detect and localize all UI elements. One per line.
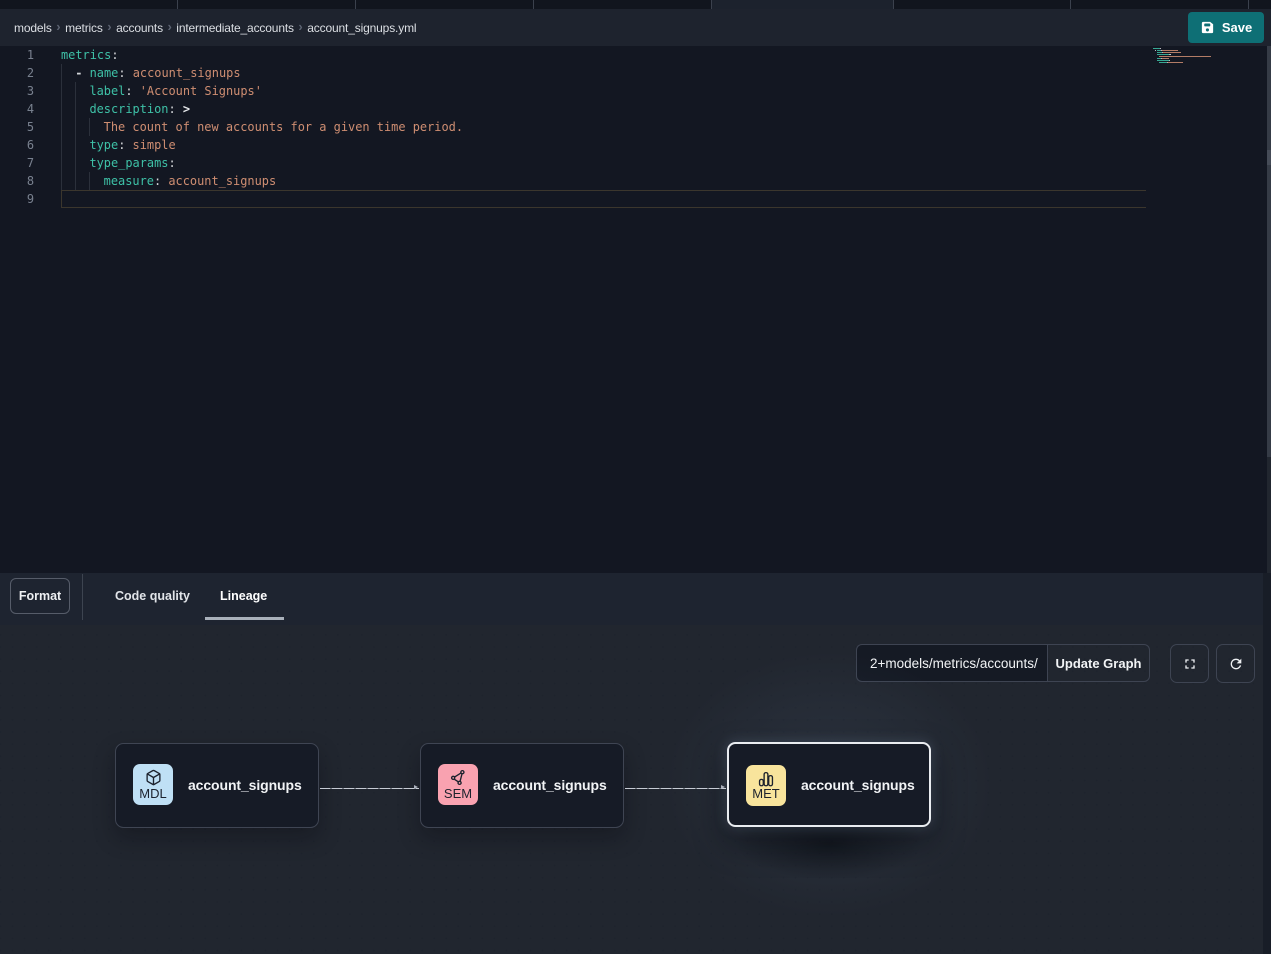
- code-line: The count of new accounts for a given ti…: [104, 118, 463, 136]
- tab-separator: [1070, 0, 1071, 9]
- indent-guide: [89, 118, 90, 136]
- bottom-panel: Format Code quality Lineage 2+models/metr…: [0, 573, 1271, 954]
- code-line: type: simple: [89, 136, 175, 154]
- edge-arrowhead: [414, 785, 418, 789]
- node-badge-met: MET: [746, 765, 786, 806]
- lineage-node-mdl[interactable]: MDL account_signups: [115, 743, 319, 828]
- active-file-tab[interactable]: [711, 0, 893, 9]
- code-line: label: 'Account Signups': [89, 82, 262, 100]
- active-tab-underline: [205, 617, 284, 620]
- breadcrumb-item[interactable]: models: [14, 22, 52, 34]
- editor-tab-strip: [0, 0, 1271, 9]
- tab-lineage[interactable]: Lineage: [220, 586, 267, 606]
- tab-separator: [893, 0, 894, 9]
- code-line: type_params:: [89, 154, 175, 172]
- editor-scrollbar-slider[interactable]: [1267, 150, 1271, 165]
- node-badge-sem: SEM: [438, 764, 478, 805]
- tab-separator: [355, 0, 356, 9]
- node-badge-mdl: MDL: [133, 764, 173, 805]
- tab-code-quality[interactable]: Code quality: [115, 586, 190, 606]
- node-label: account_signups: [188, 744, 302, 827]
- panel-right-gutter: [1263, 573, 1271, 954]
- line-number: 8: [0, 172, 34, 190]
- cube-icon: [145, 769, 162, 786]
- breadcrumb: models › metrics › accounts › intermediate_acc…: [14, 20, 416, 35]
- header-divider: [82, 574, 83, 620]
- line-number: 2: [0, 64, 34, 82]
- indent-guide: [89, 172, 90, 190]
- lineage-node-met[interactable]: MET account_signups: [727, 742, 931, 827]
- line-number: 4: [0, 100, 34, 118]
- line-number: 7: [0, 154, 34, 172]
- breadcrumb-chevron-icon: ›: [56, 19, 60, 34]
- format-button[interactable]: Format: [10, 578, 70, 614]
- line-number: 1: [0, 46, 34, 64]
- editor-scrollbar-track[interactable]: [1267, 457, 1271, 573]
- floppy-disk-icon: [1200, 20, 1215, 35]
- breadcrumb-item[interactable]: account_signups.yml: [307, 22, 416, 34]
- code-line: metrics:: [61, 46, 119, 64]
- breadcrumb-item[interactable]: intermediate_accounts: [176, 22, 294, 34]
- refresh-button[interactable]: [1216, 644, 1255, 683]
- code-line: measure: account_signups: [104, 172, 277, 190]
- tab-separator: [533, 0, 534, 9]
- node-label: account_signups: [801, 744, 915, 825]
- breadcrumb-chevron-icon: ›: [167, 19, 171, 34]
- code-line: description: >: [89, 100, 190, 118]
- bar-chart-icon: [757, 770, 775, 787]
- indent-guide: [61, 64, 62, 190]
- indent-guide: [75, 82, 76, 190]
- line-number: 6: [0, 136, 34, 154]
- refresh-icon: [1228, 656, 1244, 672]
- current-line-highlight: [61, 190, 1146, 208]
- code-editor[interactable]: 1 metrics: 2 - name: account_signups 3 label:…: [0, 46, 1271, 573]
- tab-separator: [711, 0, 712, 9]
- line-number: 3: [0, 82, 34, 100]
- breadcrumb-item[interactable]: metrics: [65, 22, 103, 34]
- breadcrumb-chevron-icon: ›: [107, 19, 111, 34]
- editor-scrollbar[interactable]: [1267, 46, 1271, 457]
- edge-arrowhead: [721, 785, 725, 789]
- tab-separator: [1248, 0, 1249, 9]
- breadcrumb-item[interactable]: accounts: [116, 22, 163, 34]
- breadcrumb-bar: models › metrics › accounts › intermediate_acc…: [0, 9, 1271, 46]
- save-button[interactable]: Save: [1188, 12, 1264, 43]
- lineage-graph-canvas[interactable]: 2+models/metrics/accounts/ Update Graph …: [0, 625, 1271, 954]
- line-number: 9: [0, 190, 34, 208]
- lineage-edge: [625, 788, 726, 789]
- line-number: 5: [0, 118, 34, 136]
- semantic-nodes-icon: [450, 769, 467, 786]
- breadcrumb-chevron-icon: ›: [298, 19, 302, 34]
- fullscreen-icon: [1182, 656, 1198, 672]
- fullscreen-button[interactable]: [1170, 644, 1209, 683]
- update-graph-button[interactable]: Update Graph: [1047, 644, 1150, 682]
- panel-header: Format Code quality Lineage: [0, 573, 1271, 625]
- code-line: - name: account_signups: [75, 64, 240, 82]
- tab-separator: [177, 0, 178, 9]
- lineage-edge: [320, 788, 419, 789]
